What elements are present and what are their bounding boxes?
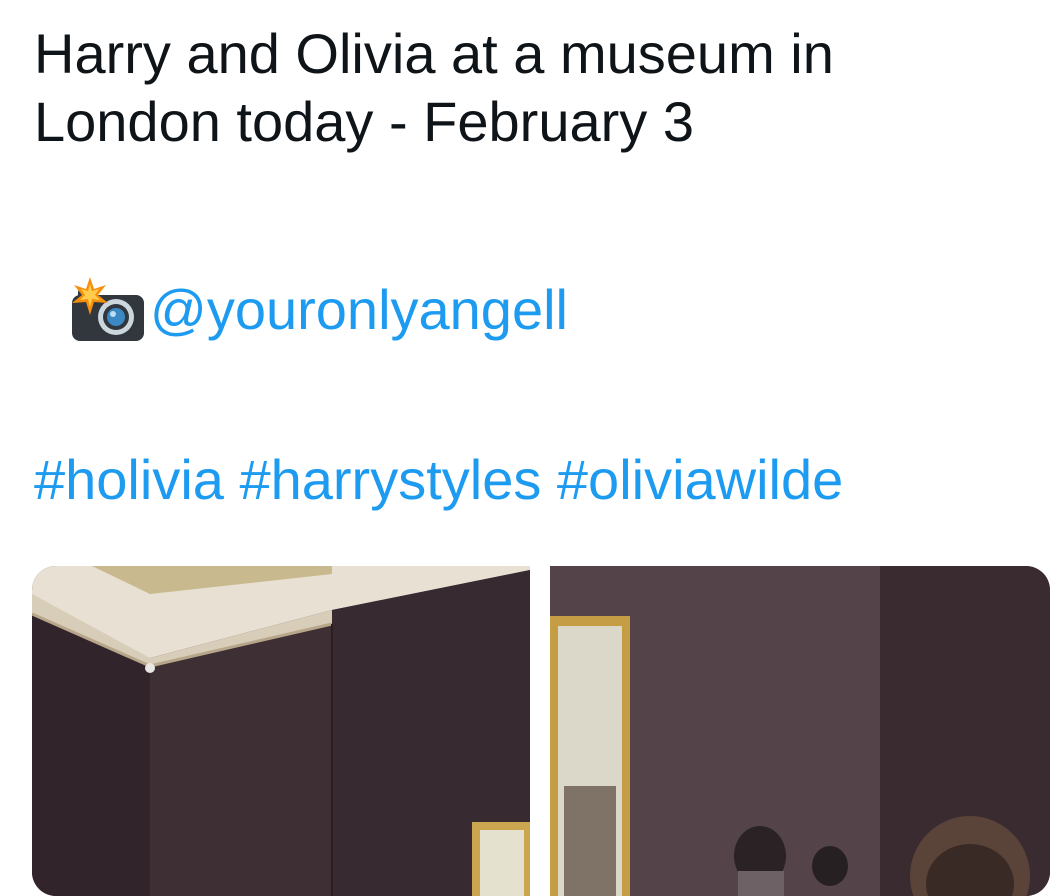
museum-gallery-visitors-photo[interactable]	[550, 566, 1050, 896]
tweet-text-line: London today - February 3	[34, 90, 694, 153]
hashtag-link[interactable]: #holivia	[34, 448, 224, 511]
hashtag-list: #holivia #harrystyles #oliviawilde	[34, 446, 843, 514]
hashtag-link[interactable]: #harrystyles	[239, 448, 541, 511]
mention-link[interactable]: @youronlyangell	[150, 276, 568, 344]
tweet-media-grid	[32, 566, 1050, 896]
photo-credit: @youronlyangell	[70, 276, 568, 344]
hashtag-link[interactable]: #oliviawilde	[557, 448, 843, 511]
museum-gallery-corner-photo[interactable]	[32, 566, 530, 896]
camera-with-flash-icon	[70, 277, 146, 343]
tweet-text: Harry and Olivia at a museum in London t…	[34, 20, 1044, 156]
tweet-text-line: Harry and Olivia at a museum in	[34, 22, 834, 85]
